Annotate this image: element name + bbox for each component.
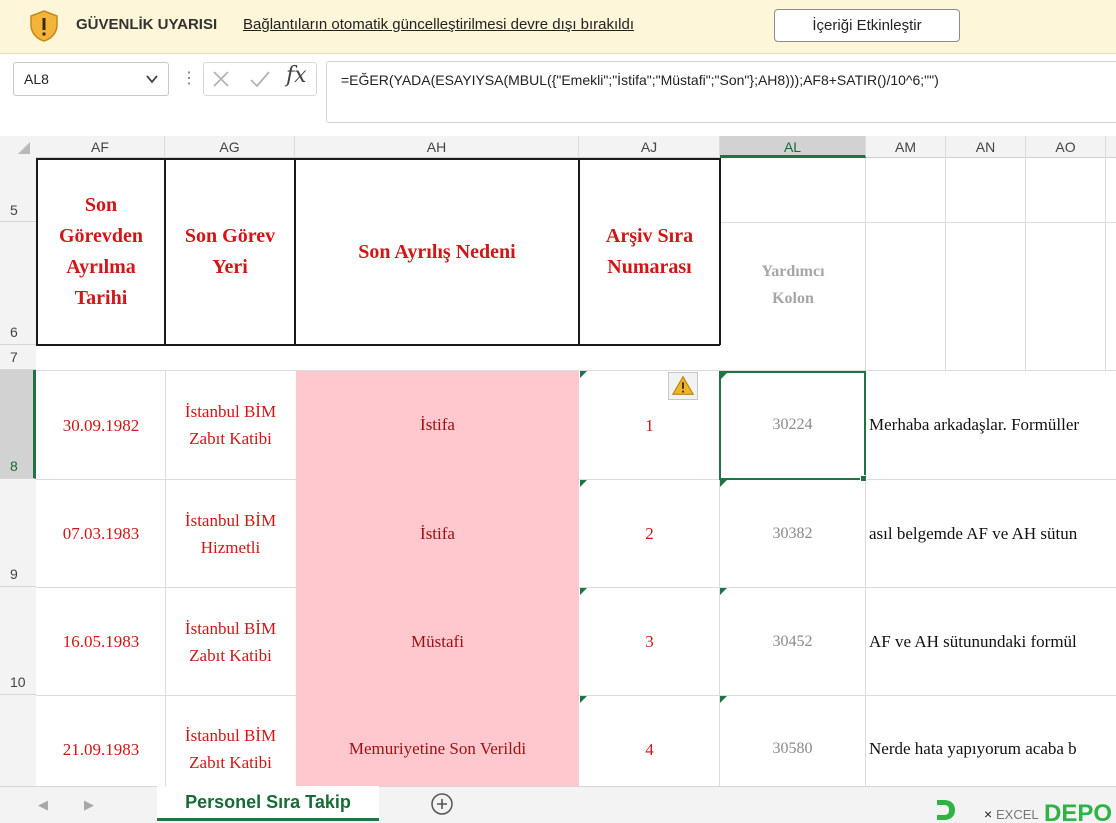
place-line: İstanbul BİM (184, 402, 277, 421)
row-header-8[interactable]: 8 (0, 370, 36, 479)
formula-bar-more-icon[interactable]: ⋮ (181, 68, 197, 88)
header-af-line: Son (84, 194, 118, 216)
enable-content-button[interactable]: İçeriği Etkinleştir (774, 9, 960, 42)
column-header-aj[interactable]: AJ (579, 136, 720, 158)
row-header-9[interactable]: 9 (0, 479, 36, 587)
column-header-ag[interactable]: AG (165, 136, 295, 158)
error-indicator-icon (580, 696, 587, 703)
header-aj-line: Numarası (607, 256, 692, 278)
sheet-tab-personel[interactable]: Personel Sıra Takip (157, 786, 379, 821)
column-header-ah[interactable]: AH (295, 136, 579, 158)
row-header-10[interactable]: 10 (0, 587, 36, 695)
place-cell[interactable]: İstanbul BİM Zabıt Katibi (166, 371, 295, 479)
header-ah-text: Son Ayrılış Nedeni (358, 240, 516, 263)
svg-text:EXCEL: EXCEL (996, 807, 1039, 822)
name-box-value: AL8 (24, 71, 49, 87)
header-cell-ah[interactable]: Son Ayrılış Nedeni (296, 160, 578, 344)
place-line: Zabıt Katibi (189, 753, 272, 772)
column-header-ao[interactable]: AO (1026, 136, 1106, 158)
place-line: İstanbul BİM (184, 510, 277, 530)
security-warning-link[interactable]: Bağlantıların otomatik güncelleştirilmes… (243, 16, 634, 33)
error-indicator-icon (580, 371, 587, 378)
header-al-line: Yardımcı (761, 263, 825, 280)
error-check-button[interactable] (668, 372, 698, 400)
note-cell[interactable]: AF ve AH sütunundaki formül (869, 588, 1116, 695)
svg-text:DEPO: DEPO (1044, 800, 1112, 823)
chevron-down-icon[interactable] (144, 71, 160, 87)
place-line: İstanbul BİM (184, 618, 277, 638)
header-ag-line: Yeri (212, 256, 248, 278)
error-indicator-icon (580, 588, 587, 595)
place-cell[interactable]: İstanbul BİM Hizmetli (166, 480, 295, 587)
active-cell-selection (719, 371, 866, 480)
gridline (945, 158, 946, 370)
row-header-6[interactable]: 6 (0, 222, 36, 345)
column-header-am[interactable]: AM (866, 136, 946, 158)
date-cell[interactable]: 16.05.1983 (37, 588, 165, 695)
archive-number-cell[interactable]: 1 (580, 371, 719, 479)
header-cell-al[interactable]: Yardımcı Kolon (721, 240, 865, 330)
archive-number-cell[interactable]: 3 (580, 588, 719, 695)
row-header-5[interactable]: 5 (0, 158, 36, 222)
reason-cell[interactable]: İstifa (296, 371, 579, 479)
header-border (36, 344, 720, 346)
reason-cell[interactable]: Müstafi (296, 588, 579, 695)
previous-sheet-icon[interactable]: ◀ (38, 797, 48, 813)
row-header-11[interactable] (0, 695, 36, 786)
insert-function-icon[interactable]: fx (286, 63, 307, 88)
reason-cell[interactable]: İstifa (296, 480, 579, 587)
error-indicator-icon (720, 696, 727, 703)
watermark-logo: × EXCEL DEPO (937, 800, 1112, 823)
warning-triangle-icon (671, 375, 695, 395)
header-af-line: Tarihi (74, 287, 128, 309)
place-line: Zabıt Katibi (189, 429, 272, 448)
header-cell-af[interactable]: Son Görevden Ayrılma Tarihi (38, 160, 164, 344)
error-indicator-icon (580, 480, 587, 487)
enter-check-icon[interactable] (248, 68, 272, 90)
place-line: Hizmetli (200, 537, 261, 557)
note-cell[interactable]: asıl belgemde AF ve AH sütun (869, 480, 1116, 587)
header-al-line: Kolon (772, 290, 814, 307)
select-all-triangle-icon (18, 142, 30, 154)
column-header-af[interactable]: AF (36, 136, 165, 158)
header-cell-ag[interactable]: Son Görev Yeri (166, 160, 294, 344)
column-header-bar: AF AG AH AJ AL AM AN AO (0, 136, 1116, 158)
column-header-al[interactable]: AL (720, 136, 866, 158)
header-af-line: Ayrılma (66, 256, 136, 278)
header-cell-aj[interactable]: Arşiv Sıra Numarası (580, 160, 719, 344)
place-line: Zabıt Katibi (189, 645, 272, 665)
archive-number-cell[interactable]: 2 (580, 480, 719, 587)
cancel-icon[interactable] (210, 68, 232, 90)
date-cell[interactable]: 07.03.1983 (37, 480, 165, 587)
svg-text:×: × (984, 806, 992, 822)
date-cell[interactable]: 30.09.1982 (37, 371, 165, 479)
error-indicator-icon (720, 588, 727, 595)
shield-warning-icon (30, 10, 58, 42)
error-indicator-icon (720, 480, 727, 487)
place-line: İstanbul BİM (184, 726, 277, 745)
column-header-an[interactable]: AN (946, 136, 1026, 158)
note-cell[interactable]: Merhaba arkadaşlar. Formüller (869, 371, 1116, 479)
security-warning-title: GÜVENLİK UYARISI (76, 16, 218, 33)
row-header-7[interactable]: 7 (0, 345, 36, 370)
name-box[interactable]: AL8 (13, 62, 169, 96)
header-af-line: Görevden (58, 225, 144, 247)
helper-cell[interactable]: 30382 (720, 480, 865, 587)
add-sheet-icon[interactable] (430, 792, 454, 816)
place-cell[interactable]: İstanbul BİM Zabıt Katibi (166, 588, 295, 695)
header-ag-line: Son Görev (184, 225, 276, 247)
helper-cell[interactable]: 30452 (720, 588, 865, 695)
formula-input[interactable]: =EĞER(YADA(ESAYIYSA(MBUL({"Emekli";"İsti… (326, 61, 1116, 123)
gridline (1025, 158, 1026, 370)
gridline (1105, 158, 1106, 370)
gridline (720, 222, 1116, 223)
next-sheet-icon[interactable]: ▶ (84, 797, 94, 813)
fill-handle[interactable] (860, 475, 867, 482)
header-aj-line: Arşiv Sıra (605, 225, 694, 247)
